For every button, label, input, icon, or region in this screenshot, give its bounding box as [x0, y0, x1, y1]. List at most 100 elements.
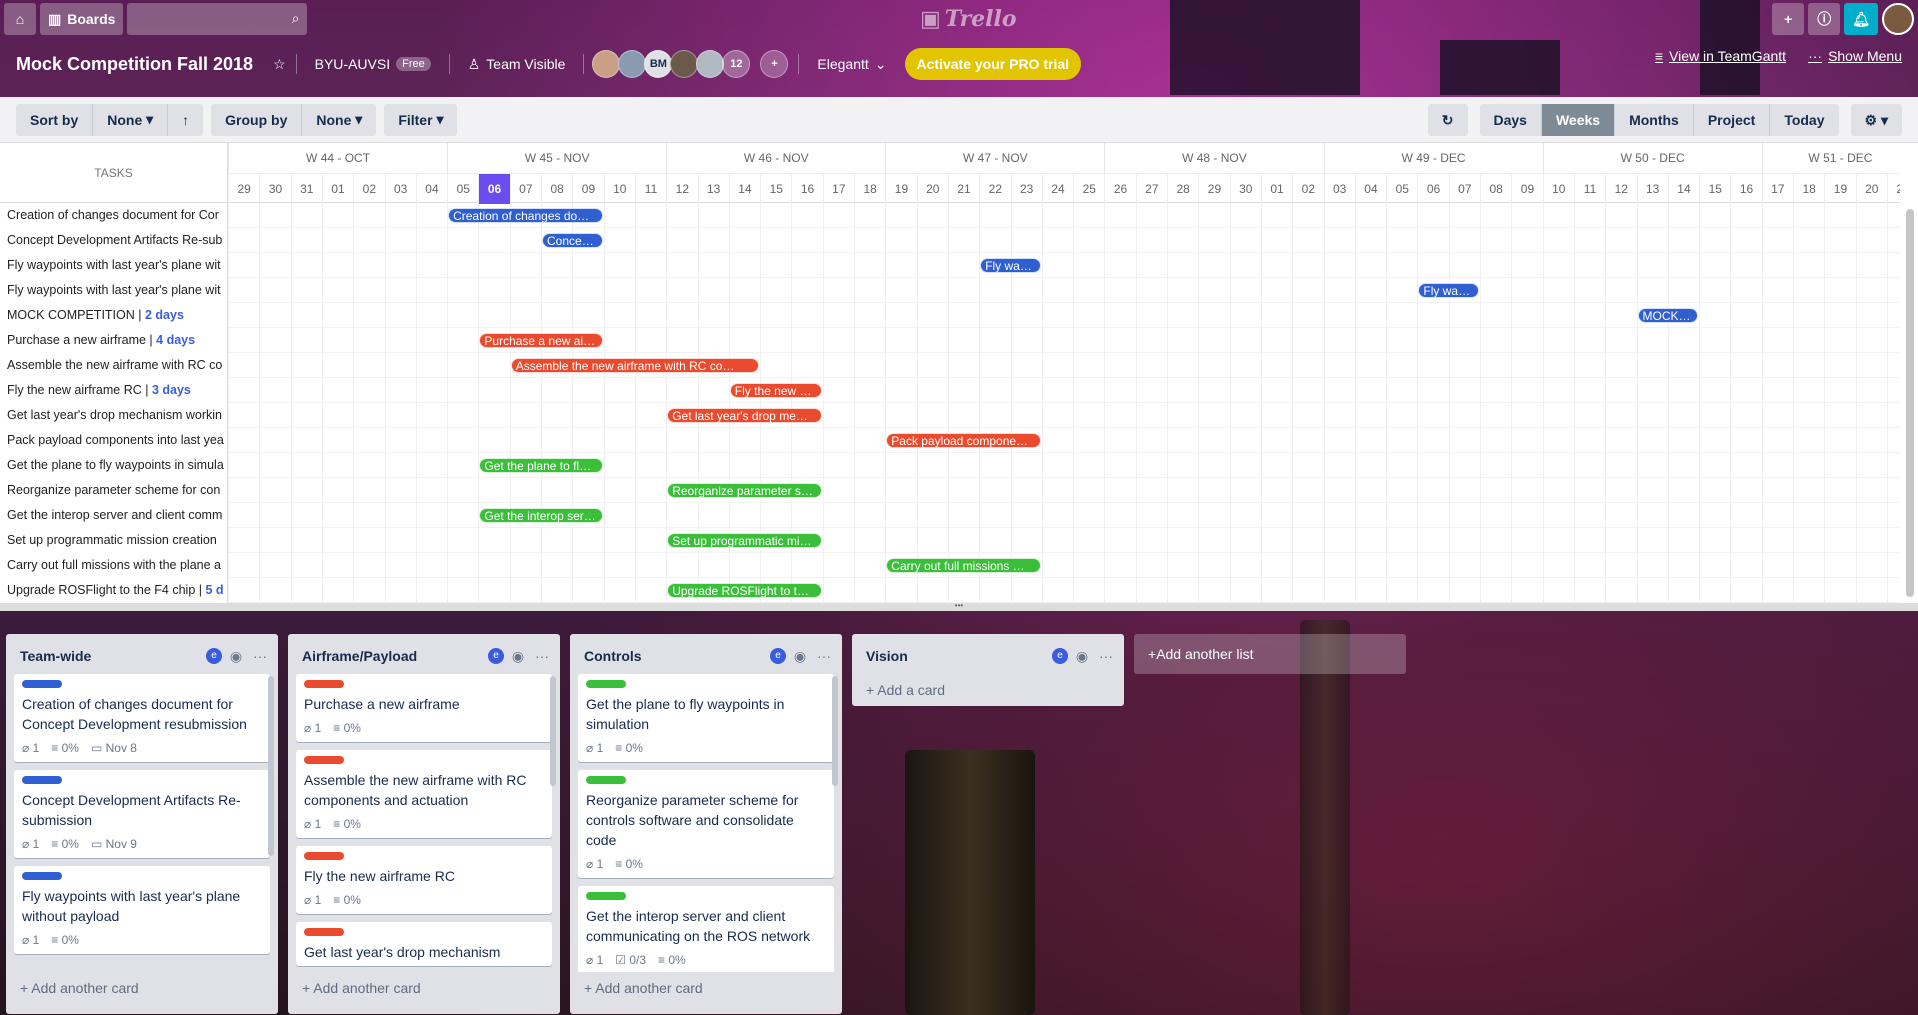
eye-icon[interactable]: ◉	[226, 648, 246, 665]
add-list-button[interactable]: + Add another list	[1134, 634, 1406, 674]
list-title[interactable]: Vision	[866, 648, 1052, 664]
filter-dropdown[interactable]: Filter ▾	[384, 103, 458, 136]
days-button[interactable]: Days	[1479, 104, 1542, 136]
task-bar[interactable]: Reorganize parameter s…	[667, 483, 822, 498]
card-label[interactable]	[586, 680, 626, 688]
show-menu-button[interactable]: ··· Show Menu	[1808, 48, 1902, 64]
member-avatar[interactable]	[696, 50, 725, 78]
eye-icon[interactable]: ◉	[508, 648, 528, 665]
settings-button[interactable]: ⚙ ▾	[1850, 104, 1902, 136]
task-bar[interactable]: MOCK …	[1637, 308, 1699, 323]
project-button[interactable]: Project	[1693, 104, 1771, 136]
elegantt-icon[interactable]: e	[488, 648, 504, 664]
pro-trial-button[interactable]: Activate your PRO trial	[904, 48, 1082, 80]
task-bar[interactable]: Set up programmatic mi…	[667, 533, 822, 548]
add-card-button[interactable]: + Add another card	[570, 972, 842, 1004]
list-title[interactable]: Controls	[584, 648, 770, 664]
task-name[interactable]: Get last year's drop mechanism workin	[0, 403, 227, 428]
eye-icon[interactable]: ◉	[1072, 648, 1092, 665]
task-bar[interactable]: Get the interop ser…	[479, 508, 603, 523]
member-count[interactable]: 12	[722, 50, 751, 78]
list-scrollbar[interactable]	[832, 676, 838, 786]
view-in-teamgantt-link[interactable]: ≡ View in TeamGantt	[1655, 48, 1786, 64]
card[interactable]: Get last year's drop mechanism	[296, 922, 552, 966]
task-name[interactable]: Assemble the new airframe with RC co	[0, 353, 227, 378]
add-card-button[interactable]: + Add a card	[852, 674, 1124, 706]
task-bar[interactable]: Fly way…	[1418, 283, 1479, 298]
member-avatar[interactable]	[670, 50, 699, 78]
refresh-button[interactable]: ↻	[1427, 104, 1468, 136]
task-name[interactable]: Upgrade ROSFlight to the F4 chip | 5 d	[0, 578, 227, 603]
task-bar[interactable]: Fly the new a…	[729, 383, 822, 398]
today-button[interactable]: Today	[1770, 104, 1839, 136]
task-name[interactable]: Pack payload components into last yea	[0, 428, 227, 453]
invite-icon[interactable]: +	[760, 50, 789, 78]
list-menu-icon[interactable]: ···	[250, 648, 270, 664]
elegantt-button[interactable]: Elegantt ⌄	[809, 48, 894, 80]
group-by-button[interactable]: Group by	[211, 103, 303, 136]
card[interactable]: Get the plane to fly waypoints in simula…	[578, 674, 834, 762]
task-name[interactable]: Set up programmatic mission creation	[0, 528, 227, 553]
sort-value-dropdown[interactable]: None ▾	[93, 103, 169, 136]
sort-direction-button[interactable]: ↑	[168, 103, 204, 136]
elegantt-icon[interactable]: e	[206, 648, 222, 664]
task-name[interactable]: Fly waypoints with last year's plane wit	[0, 253, 227, 278]
member-avatar[interactable]	[618, 50, 647, 78]
task-name[interactable]: Purchase a new airframe | 4 days	[0, 328, 227, 353]
card-label[interactable]	[304, 928, 344, 936]
elegantt-icon[interactable]: e	[1052, 648, 1068, 664]
task-bar[interactable]: Upgrade ROSFlight to t…	[667, 583, 822, 598]
task-bar[interactable]: Concep…	[542, 233, 603, 248]
task-bar[interactable]: Assemble the new airframe with RC co…	[510, 358, 760, 373]
card[interactable]: Purchase a new airframe ⌀ 1 ≡ 0%	[296, 674, 552, 742]
task-name[interactable]: Fly waypoints with last year's plane wit	[0, 278, 227, 303]
card-label[interactable]	[304, 680, 344, 688]
list-scrollbar[interactable]	[550, 676, 556, 786]
task-bar[interactable]: Carry out full missions …	[886, 558, 1041, 573]
list-menu-icon[interactable]: ···	[814, 648, 834, 664]
task-bar[interactable]: Pack payload compone…	[886, 433, 1041, 448]
card-label[interactable]	[586, 776, 626, 784]
task-name[interactable]: Get the plane to fly waypoints in simula	[0, 453, 227, 478]
task-name[interactable]: Creation of changes document for Cor	[0, 203, 227, 228]
visibility-button[interactable]: ♙ Team Visible	[460, 48, 574, 80]
task-bar[interactable]: Get last year's drop me…	[667, 408, 822, 423]
list-menu-icon[interactable]: ···	[532, 648, 552, 664]
gantt-scrollbar[interactable]	[1906, 209, 1914, 597]
member-avatar[interactable]	[592, 50, 621, 78]
list-scrollbar[interactable]	[268, 676, 274, 856]
weeks-button[interactable]: Weeks	[1541, 104, 1616, 136]
card-label[interactable]	[22, 872, 62, 880]
task-bar[interactable]: Fly way…	[980, 258, 1041, 273]
search-input[interactable]	[127, 3, 308, 35]
card-label[interactable]	[304, 852, 344, 860]
task-bar[interactable]: Creation of changes do…	[448, 208, 603, 223]
card[interactable]: Fly waypoints with last year's plane wit…	[14, 866, 270, 954]
add-card-button[interactable]: + Add another card	[288, 972, 560, 1004]
user-avatar[interactable]	[1882, 3, 1914, 35]
task-name[interactable]: Reorganize parameter scheme for con	[0, 478, 227, 503]
create-button[interactable]: +	[1772, 3, 1805, 35]
home-button[interactable]: ⌂	[4, 3, 36, 35]
add-card-button[interactable]: + Add another card	[6, 972, 278, 1004]
notifications-button[interactable]: 🔔︎	[1844, 3, 1878, 35]
eye-icon[interactable]: ◉	[790, 648, 810, 665]
card[interactable]: Reorganize parameter scheme for controls…	[578, 770, 834, 878]
task-name[interactable]: Concept Development Artifacts Re-sub	[0, 228, 227, 253]
star-icon[interactable]: ☆	[273, 56, 286, 73]
elegantt-icon[interactable]: e	[770, 648, 786, 664]
card-label[interactable]	[304, 756, 344, 764]
task-name[interactable]: Fly the new airframe RC | 3 days	[0, 378, 227, 403]
list-menu-icon[interactable]: ···	[1096, 648, 1116, 664]
card-label[interactable]	[22, 776, 62, 784]
card[interactable]: Fly the new airframe RC ⌀ 1 ≡ 0%	[296, 846, 552, 914]
search-box[interactable]: ⌕	[127, 3, 308, 35]
list-title[interactable]: Airframe/Payload	[302, 648, 488, 664]
sort-by-button[interactable]: Sort by	[16, 103, 94, 136]
task-name[interactable]: Get the interop server and client comm	[0, 503, 227, 528]
card[interactable]: Concept Development Artifacts Re-submiss…	[14, 770, 270, 858]
task-bar[interactable]: Get the plane to fl…	[479, 458, 603, 473]
task-name[interactable]: Carry out full missions with the plane a	[0, 553, 227, 578]
card[interactable]: Assemble the new airframe with RC compon…	[296, 750, 552, 838]
team-button[interactable]: BYU-AUVSI Free	[307, 48, 439, 80]
